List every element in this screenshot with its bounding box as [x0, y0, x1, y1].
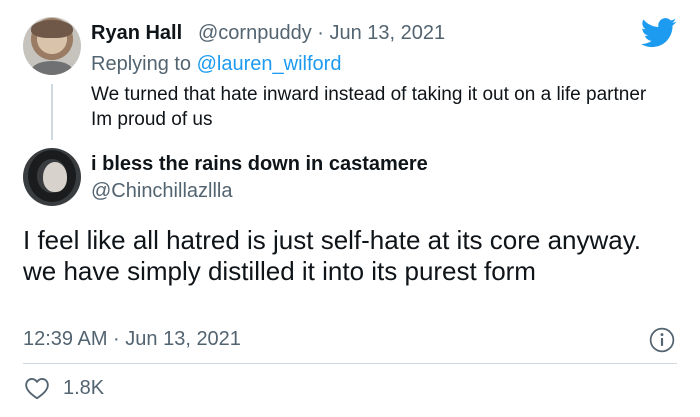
avatar-hair	[31, 20, 73, 38]
actions-divider	[23, 363, 677, 364]
tweet-timestamp[interactable]: 12:39 AM · Jun 13, 2021	[23, 328, 241, 351]
castamere-avatar[interactable]	[23, 148, 81, 206]
avatar-shirt	[31, 61, 73, 75]
replying-to-mention[interactable]: @lauren_wilford	[197, 53, 342, 75]
thread-connector-line	[51, 84, 53, 140]
info-icon[interactable]	[649, 327, 675, 353]
replying-to-line: Replying to @lauren_wilford	[91, 53, 341, 76]
twitter-bird-icon[interactable]	[641, 18, 677, 48]
avatar-face	[43, 162, 67, 192]
main-author-handle[interactable]: @Chinchillazllla	[91, 180, 232, 203]
heart-icon[interactable]	[24, 376, 50, 400]
like-count[interactable]: 1.8K	[63, 377, 104, 400]
reply-author-name[interactable]: Ryan Hall	[91, 22, 182, 45]
reply-tweet-text: We turned that hate inward instead of ta…	[91, 84, 647, 130]
reply-author-handle-and-date[interactable]: @cornpuddy · Jun 13, 2021	[198, 22, 445, 45]
main-author-name[interactable]: i bless the rains down in castamere	[91, 153, 428, 176]
ryan-hall-avatar[interactable]	[23, 17, 81, 75]
replying-to-prefix: Replying to	[91, 53, 197, 75]
main-tweet-text: I feel like all hatred is just self-hate…	[23, 225, 642, 286]
